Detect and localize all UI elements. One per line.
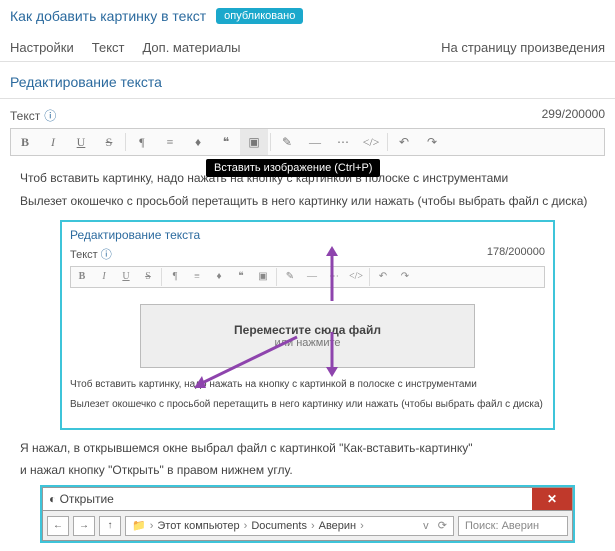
paragraph: Я нажал, в открывшемся окне выбрал файл … [20,440,595,457]
inner-toolbar: BIUS ¶≡♦❝▣ ✎—⋯</> ↶↷ [70,266,545,288]
char-counter: 299/200000 [542,107,605,124]
paragraph-button[interactable]: ¶ [128,129,156,155]
inner-paragraph: Вылезет окошечко с просьбой перетащить в… [70,398,545,412]
quote-button[interactable]: ❝ [212,129,240,155]
nav-up-button[interactable]: ↑ [99,516,121,536]
field-label: Текстⓘ [10,107,56,124]
path-bar[interactable]: 📁 › Этот компьютер› Documents› Аверин› v… [125,516,454,536]
strike-button[interactable]: S [95,129,123,155]
dialog-title: ◐ Открытие [49,492,114,506]
tooltip-insert-image: Вставить изображение (Ctrl+P) [206,159,380,177]
info-icon[interactable]: ⓘ [44,109,56,123]
align-button[interactable]: ≡ [156,129,184,155]
dropzone-subtext: или нажмите [151,337,464,349]
link-to-work-page[interactable]: На страницу произведения [441,40,605,55]
insert-image-button[interactable]: ▣ [240,129,268,155]
tab-materials[interactable]: Доп. материалы [142,40,240,55]
undo-button[interactable]: ↶ [390,129,418,155]
editor-toolbar: B I U S ¶ ≡ ♦ ❝ ▣ ✎ — ⋯ </> ↶ ↷ Вставить… [10,128,605,156]
paragraph: Вылезет окошечко с просьбой перетащить в… [20,193,595,210]
tab-text[interactable]: Текст [92,40,125,55]
paragraph: и нажал кнопку "Открыть" в правом нижнем… [20,462,595,479]
divider-button[interactable]: — [301,129,329,155]
section-title: Редактирование текста [0,62,615,99]
status-badge: опубликовано [216,8,303,24]
nav-forward-button[interactable]: → [73,516,95,536]
tint-button[interactable]: ♦ [184,129,212,155]
file-open-dialog: ◐ Открытие ✕ ← → ↑ 📁 › Этот компьютер› D… [40,485,575,543]
bold-button[interactable]: B [11,129,39,155]
inner-section-title: Редактирование текста [70,228,545,242]
close-button[interactable]: ✕ [532,488,572,510]
underline-button[interactable]: U [67,129,95,155]
eraser-button[interactable]: ✎ [273,129,301,155]
inner-field-label: Текст ⓘ [70,246,112,262]
inner-counter: 178/200000 [487,246,545,262]
dropzone: Переместите сюда файл или нажмите [140,304,475,368]
italic-button[interactable]: I [39,129,67,155]
inner-paragraph: Чтоб вставить картинку, надо нажать на к… [70,378,545,392]
code-button[interactable]: </> [357,129,385,155]
dropzone-text: Переместите сюда файл [151,323,464,337]
redo-button[interactable]: ↷ [418,129,446,155]
inner-editor-screenshot: Редактирование текста Текст ⓘ 178/200000… [60,220,555,430]
nav-back-button[interactable]: ← [47,516,69,536]
page-title: Как добавить картинку в текст [10,8,206,24]
editor-content[interactable]: Чтоб вставить картинку, надо нажать на к… [0,156,615,551]
search-input[interactable]: Поиск: Аверин [458,516,568,536]
hellip-button[interactable]: ⋯ [329,129,357,155]
tab-settings[interactable]: Настройки [10,40,74,55]
tabs-bar: Настройки Текст Доп. материалы На страни… [0,30,615,62]
